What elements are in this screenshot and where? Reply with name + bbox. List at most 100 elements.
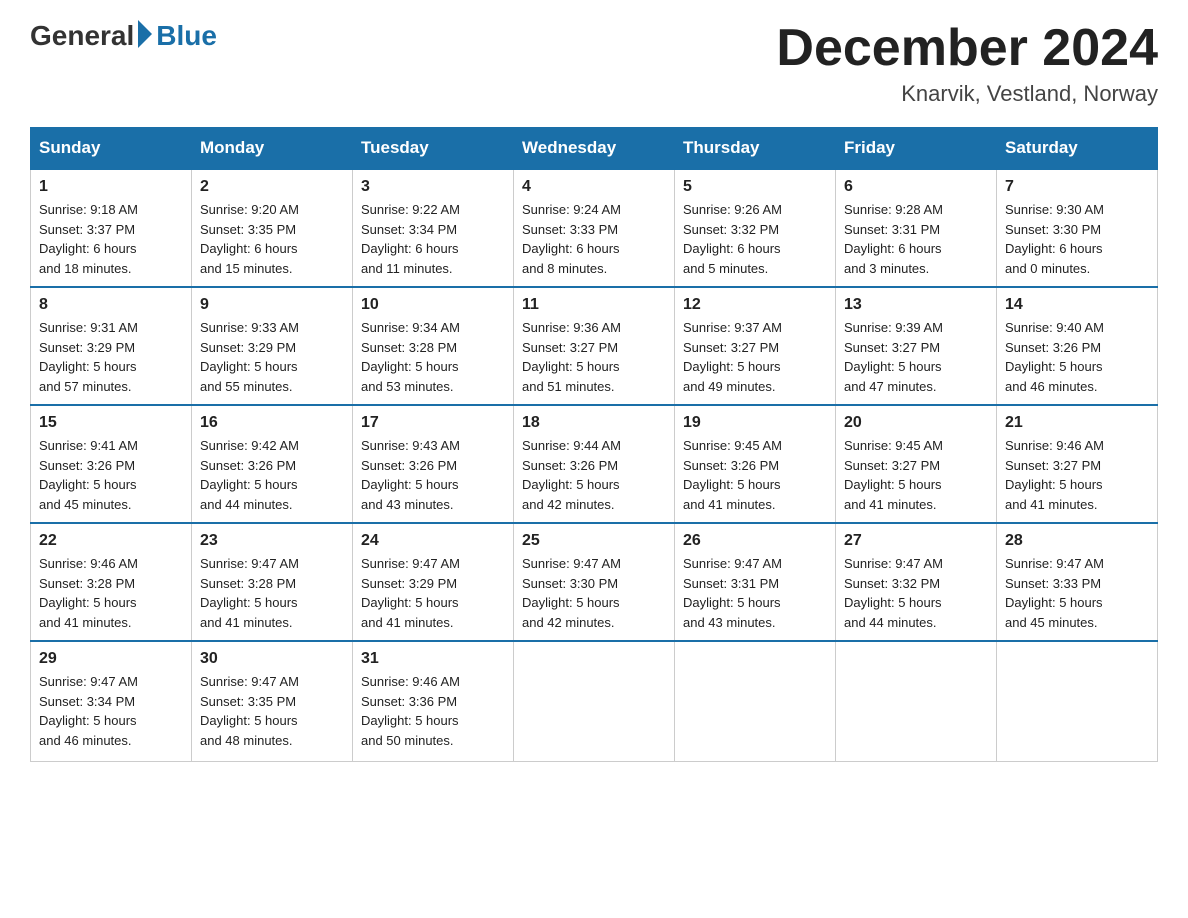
calendar-cell: 11Sunrise: 9:36 AM Sunset: 3:27 PM Dayli…: [514, 287, 675, 405]
day-number: 14: [1005, 296, 1149, 314]
calendar-cell: 13Sunrise: 9:39 AM Sunset: 3:27 PM Dayli…: [836, 287, 997, 405]
day-info: Sunrise: 9:42 AM Sunset: 3:26 PM Dayligh…: [200, 436, 344, 514]
day-number: 15: [39, 414, 183, 432]
day-info: Sunrise: 9:45 AM Sunset: 3:27 PM Dayligh…: [844, 436, 988, 514]
calendar-week-row: 8 Sunrise: 9:31 AM Sunset: 3:29 PM Daylig…: [31, 287, 1158, 405]
day-number: 17: [361, 414, 505, 432]
day-number: 11: [522, 296, 666, 314]
calendar-cell: 28 Sunrise: 9:47 AM Sunset: 3:33 PM Dayli…: [997, 523, 1158, 641]
day-number: 23: [200, 532, 344, 550]
calendar-cell: [514, 641, 675, 761]
calendar-week-row: 29 Sunrise: 9:47 AM Sunset: 3:34 PM Dayli…: [31, 641, 1158, 761]
calendar-cell: 17 Sunrise: 9:43 AM Sunset: 3:26 PM Dayli…: [353, 405, 514, 523]
day-number: 26: [683, 532, 827, 550]
day-info: Sunrise: 9:20 AM Sunset: 3:35 PM Dayligh…: [200, 200, 344, 278]
calendar-cell: 10Sunrise: 9:34 AM Sunset: 3:28 PM Dayli…: [353, 287, 514, 405]
day-info: Sunrise: 9:30 AM Sunset: 3:30 PM Dayligh…: [1005, 200, 1149, 278]
col-header-saturday: Saturday: [997, 128, 1158, 170]
day-info: Sunrise: 9:47 AM Sunset: 3:30 PM Dayligh…: [522, 554, 666, 632]
page-header: General Blue December 2024 Knarvik, Vest…: [30, 20, 1158, 107]
day-info: Sunrise: 9:40 AM Sunset: 3:26 PM Dayligh…: [1005, 318, 1149, 396]
day-info: Sunrise: 9:22 AM Sunset: 3:34 PM Dayligh…: [361, 200, 505, 278]
day-info: Sunrise: 9:26 AM Sunset: 3:32 PM Dayligh…: [683, 200, 827, 278]
day-number: 25: [522, 532, 666, 550]
day-info: Sunrise: 9:18 AM Sunset: 3:37 PM Dayligh…: [39, 200, 183, 278]
calendar-cell: 9Sunrise: 9:33 AM Sunset: 3:29 PM Daylig…: [192, 287, 353, 405]
calendar-cell: 25 Sunrise: 9:47 AM Sunset: 3:30 PM Dayli…: [514, 523, 675, 641]
col-header-monday: Monday: [192, 128, 353, 170]
day-info: Sunrise: 9:47 AM Sunset: 3:32 PM Dayligh…: [844, 554, 988, 632]
day-number: 6: [844, 178, 988, 196]
month-title: December 2024: [776, 20, 1158, 77]
day-number: 28: [1005, 532, 1149, 550]
calendar-cell: 21 Sunrise: 9:46 AM Sunset: 3:27 PM Dayli…: [997, 405, 1158, 523]
calendar-cell: 12Sunrise: 9:37 AM Sunset: 3:27 PM Dayli…: [675, 287, 836, 405]
day-info: Sunrise: 9:34 AM Sunset: 3:28 PM Dayligh…: [361, 318, 505, 396]
day-info: Sunrise: 9:47 AM Sunset: 3:31 PM Dayligh…: [683, 554, 827, 632]
col-header-friday: Friday: [836, 128, 997, 170]
col-header-sunday: Sunday: [31, 128, 192, 170]
day-number: 21: [1005, 414, 1149, 432]
day-info: Sunrise: 9:37 AM Sunset: 3:27 PM Dayligh…: [683, 318, 827, 396]
day-number: 3: [361, 178, 505, 196]
day-number: 16: [200, 414, 344, 432]
calendar-cell: 8 Sunrise: 9:31 AM Sunset: 3:29 PM Daylig…: [31, 287, 192, 405]
day-info: Sunrise: 9:31 AM Sunset: 3:29 PM Dayligh…: [39, 318, 183, 396]
calendar-cell: [675, 641, 836, 761]
logo-blue-text: Blue: [156, 20, 217, 52]
day-number: 31: [361, 650, 505, 668]
day-info: Sunrise: 9:44 AM Sunset: 3:26 PM Dayligh…: [522, 436, 666, 514]
day-info: Sunrise: 9:47 AM Sunset: 3:29 PM Dayligh…: [361, 554, 505, 632]
col-header-wednesday: Wednesday: [514, 128, 675, 170]
calendar-cell: 16 Sunrise: 9:42 AM Sunset: 3:26 PM Dayli…: [192, 405, 353, 523]
day-info: Sunrise: 9:43 AM Sunset: 3:26 PM Dayligh…: [361, 436, 505, 514]
calendar-table: SundayMondayTuesdayWednesdayThursdayFrid…: [30, 127, 1158, 762]
calendar-week-row: 1 Sunrise: 9:18 AM Sunset: 3:37 PM Daylig…: [31, 169, 1158, 287]
day-info: Sunrise: 9:39 AM Sunset: 3:27 PM Dayligh…: [844, 318, 988, 396]
calendar-cell: 19Sunrise: 9:45 AM Sunset: 3:26 PM Dayli…: [675, 405, 836, 523]
day-info: Sunrise: 9:47 AM Sunset: 3:28 PM Dayligh…: [200, 554, 344, 632]
calendar-cell: 18 Sunrise: 9:44 AM Sunset: 3:26 PM Dayli…: [514, 405, 675, 523]
day-number: 30: [200, 650, 344, 668]
day-number: 4: [522, 178, 666, 196]
calendar-cell: 27Sunrise: 9:47 AM Sunset: 3:32 PM Dayli…: [836, 523, 997, 641]
day-number: 24: [361, 532, 505, 550]
day-info: Sunrise: 9:46 AM Sunset: 3:27 PM Dayligh…: [1005, 436, 1149, 514]
calendar-cell: 31Sunrise: 9:46 AM Sunset: 3:36 PM Dayli…: [353, 641, 514, 761]
day-info: Sunrise: 9:46 AM Sunset: 3:28 PM Dayligh…: [39, 554, 183, 632]
title-section: December 2024 Knarvik, Vestland, Norway: [776, 20, 1158, 107]
day-info: Sunrise: 9:33 AM Sunset: 3:29 PM Dayligh…: [200, 318, 344, 396]
calendar-cell: 15Sunrise: 9:41 AM Sunset: 3:26 PM Dayli…: [31, 405, 192, 523]
logo: General Blue: [30, 20, 217, 52]
day-number: 5: [683, 178, 827, 196]
calendar-cell: 1 Sunrise: 9:18 AM Sunset: 3:37 PM Daylig…: [31, 169, 192, 287]
calendar-header: SundayMondayTuesdayWednesdayThursdayFrid…: [31, 128, 1158, 170]
day-number: 2: [200, 178, 344, 196]
calendar-cell: 5 Sunrise: 9:26 AM Sunset: 3:32 PM Daylig…: [675, 169, 836, 287]
calendar-cell: 20Sunrise: 9:45 AM Sunset: 3:27 PM Dayli…: [836, 405, 997, 523]
calendar-cell: [997, 641, 1158, 761]
day-info: Sunrise: 9:45 AM Sunset: 3:26 PM Dayligh…: [683, 436, 827, 514]
location-text: Knarvik, Vestland, Norway: [776, 81, 1158, 107]
calendar-cell: 14 Sunrise: 9:40 AM Sunset: 3:26 PM Dayli…: [997, 287, 1158, 405]
calendar-cell: 2 Sunrise: 9:20 AM Sunset: 3:35 PM Daylig…: [192, 169, 353, 287]
day-info: Sunrise: 9:47 AM Sunset: 3:34 PM Dayligh…: [39, 672, 183, 750]
calendar-cell: 4Sunrise: 9:24 AM Sunset: 3:33 PM Daylig…: [514, 169, 675, 287]
calendar-cell: 22 Sunrise: 9:46 AM Sunset: 3:28 PM Dayli…: [31, 523, 192, 641]
logo-arrow-icon: [138, 20, 152, 48]
day-number: 8: [39, 296, 183, 314]
calendar-cell: 6Sunrise: 9:28 AM Sunset: 3:31 PM Daylig…: [836, 169, 997, 287]
calendar-cell: 30Sunrise: 9:47 AM Sunset: 3:35 PM Dayli…: [192, 641, 353, 761]
calendar-week-row: 22 Sunrise: 9:46 AM Sunset: 3:28 PM Dayli…: [31, 523, 1158, 641]
col-header-tuesday: Tuesday: [353, 128, 514, 170]
day-number: 18: [522, 414, 666, 432]
day-number: 29: [39, 650, 183, 668]
calendar-cell: 23 Sunrise: 9:47 AM Sunset: 3:28 PM Dayli…: [192, 523, 353, 641]
calendar-cell: 7 Sunrise: 9:30 AM Sunset: 3:30 PM Daylig…: [997, 169, 1158, 287]
day-number: 1: [39, 178, 183, 196]
day-number: 22: [39, 532, 183, 550]
day-info: Sunrise: 9:47 AM Sunset: 3:33 PM Dayligh…: [1005, 554, 1149, 632]
col-header-thursday: Thursday: [675, 128, 836, 170]
calendar-week-row: 15Sunrise: 9:41 AM Sunset: 3:26 PM Dayli…: [31, 405, 1158, 523]
day-number: 7: [1005, 178, 1149, 196]
